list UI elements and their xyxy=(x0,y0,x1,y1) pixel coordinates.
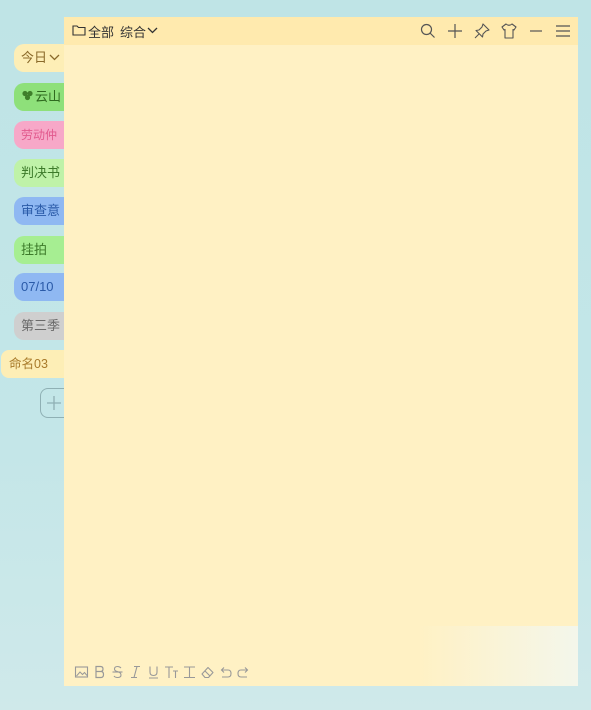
minimize-icon[interactable] xyxy=(527,22,545,40)
note-tab-3[interactable]: 判决书 xyxy=(14,159,66,187)
today-filter-tab[interactable]: 今日 xyxy=(14,44,66,72)
note-tab-6[interactable]: 07/10 xyxy=(14,273,66,301)
folder-selector[interactable]: 全部 综合 xyxy=(72,23,160,40)
today-label: 今日 xyxy=(21,50,48,65)
note-tab-active[interactable]: 命名03 xyxy=(1,350,67,378)
note-tabs: 今日 云山 劳动仲 判决书 审查意 挂拍 07/10 第三季 命名03 xyxy=(0,0,70,710)
note-tab-5[interactable]: 挂拍 xyxy=(14,236,66,264)
folder-label: 全部 xyxy=(88,24,115,40)
undo-icon[interactable] xyxy=(218,664,233,680)
note-body[interactable] xyxy=(64,45,578,650)
note-tab-1[interactable]: 云山 xyxy=(14,83,66,111)
category-label: 综合 xyxy=(120,24,147,40)
underline-icon[interactable] xyxy=(146,664,161,680)
format-toolbar xyxy=(74,664,251,680)
window-shadow xyxy=(418,626,578,686)
text-height-icon[interactable] xyxy=(182,664,197,680)
folder-icon xyxy=(72,24,88,39)
image-icon[interactable] xyxy=(74,664,89,680)
note-tab-7[interactable]: 第三季 xyxy=(14,312,66,340)
clover-icon xyxy=(21,84,34,111)
italic-icon[interactable] xyxy=(128,664,143,680)
note-tab-label: 审查意 xyxy=(21,203,61,218)
note-tab-label: 07/10 xyxy=(21,279,54,294)
note-tab-4[interactable]: 审查意 xyxy=(14,197,66,225)
eraser-icon[interactable] xyxy=(200,664,215,680)
note-toolbar: 全部 综合 xyxy=(64,17,578,45)
plus-icon[interactable] xyxy=(446,22,464,40)
pin-icon[interactable] xyxy=(473,22,491,40)
search-icon[interactable] xyxy=(419,22,437,40)
subscript-icon[interactable] xyxy=(164,664,179,680)
add-note-button[interactable] xyxy=(40,388,66,418)
chevron-down-icon xyxy=(49,45,60,72)
note-tab-label: 命名03 xyxy=(9,357,48,371)
note-tab-2[interactable]: 劳动仲 xyxy=(14,121,66,149)
note-tab-label: 第三季 xyxy=(21,318,61,333)
chevron-down-icon xyxy=(147,24,160,39)
note-tab-label: 判决书 xyxy=(21,165,61,180)
note-tab-label: 劳动仲 xyxy=(21,128,58,142)
strikethrough-icon[interactable] xyxy=(110,664,125,680)
note-tab-label: 挂拍 xyxy=(21,242,48,257)
menu-icon[interactable] xyxy=(554,22,572,40)
bold-icon[interactable] xyxy=(92,664,107,680)
redo-icon[interactable] xyxy=(236,664,251,680)
toolbar-actions xyxy=(419,22,572,40)
sticky-note: 全部 综合 xyxy=(64,17,578,686)
note-tab-label: 云山 xyxy=(35,89,62,104)
shirt-icon[interactable] xyxy=(500,22,518,40)
